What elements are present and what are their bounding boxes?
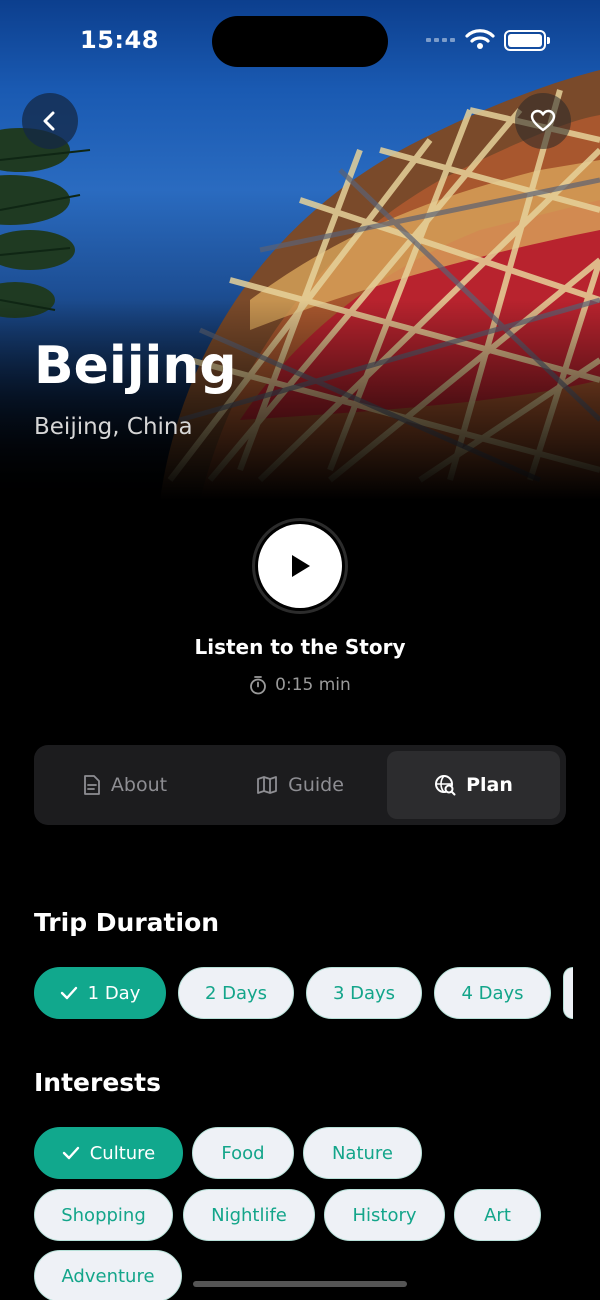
page-title: Beijing xyxy=(34,336,237,396)
map-icon xyxy=(257,776,277,794)
tab-guide-label: Guide xyxy=(288,774,344,796)
chip-label: 2 Days xyxy=(204,982,268,1004)
check-icon xyxy=(60,986,77,1000)
wifi-icon xyxy=(465,29,495,49)
tab-plan-label: Plan xyxy=(466,774,513,796)
duration-text: 0:15 min xyxy=(275,675,351,695)
chip-label: Shopping xyxy=(61,1204,146,1226)
chip-label: Nightlife xyxy=(211,1204,287,1226)
back-button[interactable] xyxy=(22,93,78,149)
chip-interest-culture[interactable]: Culture xyxy=(34,1127,183,1179)
favorite-button[interactable] xyxy=(515,93,571,149)
tab-about-label: About xyxy=(110,774,168,796)
chip-label: Nature xyxy=(331,1142,394,1164)
story-duration: 0:15 min xyxy=(0,675,600,695)
status-bar: 15:48 xyxy=(0,0,600,80)
tab-guide[interactable]: Guide xyxy=(215,751,385,819)
chip-label: Culture xyxy=(89,1142,156,1164)
dynamic-island xyxy=(212,16,388,67)
tab-plan[interactable]: Plan xyxy=(387,751,560,819)
document-icon xyxy=(84,775,100,795)
play-story-button[interactable] xyxy=(252,518,348,614)
battery-icon xyxy=(504,30,550,51)
trip-duration-title: Trip Duration xyxy=(34,908,220,937)
play-button-circle xyxy=(258,524,342,608)
chip-label: Adventure xyxy=(61,1265,155,1287)
tab-about[interactable]: About xyxy=(40,751,210,819)
chip-interest-food[interactable]: Food xyxy=(192,1127,294,1179)
chip-interest-nightlife[interactable]: Nightlife xyxy=(183,1189,315,1241)
location-subtitle: Beijing, China xyxy=(34,414,193,440)
stopwatch-icon xyxy=(250,676,267,695)
chip-interest-adventure[interactable]: Adventure xyxy=(34,1250,182,1300)
chip-label: Food xyxy=(221,1142,265,1164)
chip-duration-4-days[interactable]: 4 Days xyxy=(434,967,551,1019)
chip-label: 3 Days xyxy=(332,982,396,1004)
interests-title: Interests xyxy=(34,1068,162,1097)
play-icon xyxy=(292,555,310,577)
hero-gradient xyxy=(0,300,600,500)
chip-duration-overflow[interactable] xyxy=(563,967,573,1019)
segmented-tabs: About Guide Plan xyxy=(34,745,566,825)
chip-duration-2-days[interactable]: 2 Days xyxy=(178,967,294,1019)
chip-interest-shopping[interactable]: Shopping xyxy=(34,1189,173,1241)
chip-label: 1 Day xyxy=(87,982,141,1004)
chip-label: History xyxy=(352,1204,417,1226)
chip-interest-history[interactable]: History xyxy=(324,1189,445,1241)
heart-icon xyxy=(530,109,556,132)
chevron-left-icon xyxy=(43,111,55,131)
cellular-signal-icon xyxy=(426,38,455,42)
hero-header: 15:48 Beijing Beijing, China xyxy=(0,0,600,500)
check-icon xyxy=(62,1146,79,1160)
chip-duration-3-days[interactable]: 3 Days xyxy=(306,967,422,1019)
chip-label: Art xyxy=(484,1204,511,1226)
chip-interest-nature[interactable]: Nature xyxy=(303,1127,422,1179)
status-time: 15:48 xyxy=(80,26,159,54)
listen-label: Listen to the Story xyxy=(194,635,406,659)
chip-duration-1-day[interactable]: 1 Day xyxy=(34,967,166,1019)
globe-search-icon xyxy=(435,775,456,796)
home-indicator[interactable] xyxy=(193,1281,407,1287)
chip-interest-art[interactable]: Art xyxy=(454,1189,541,1241)
chip-label: 4 Days xyxy=(461,982,524,1004)
